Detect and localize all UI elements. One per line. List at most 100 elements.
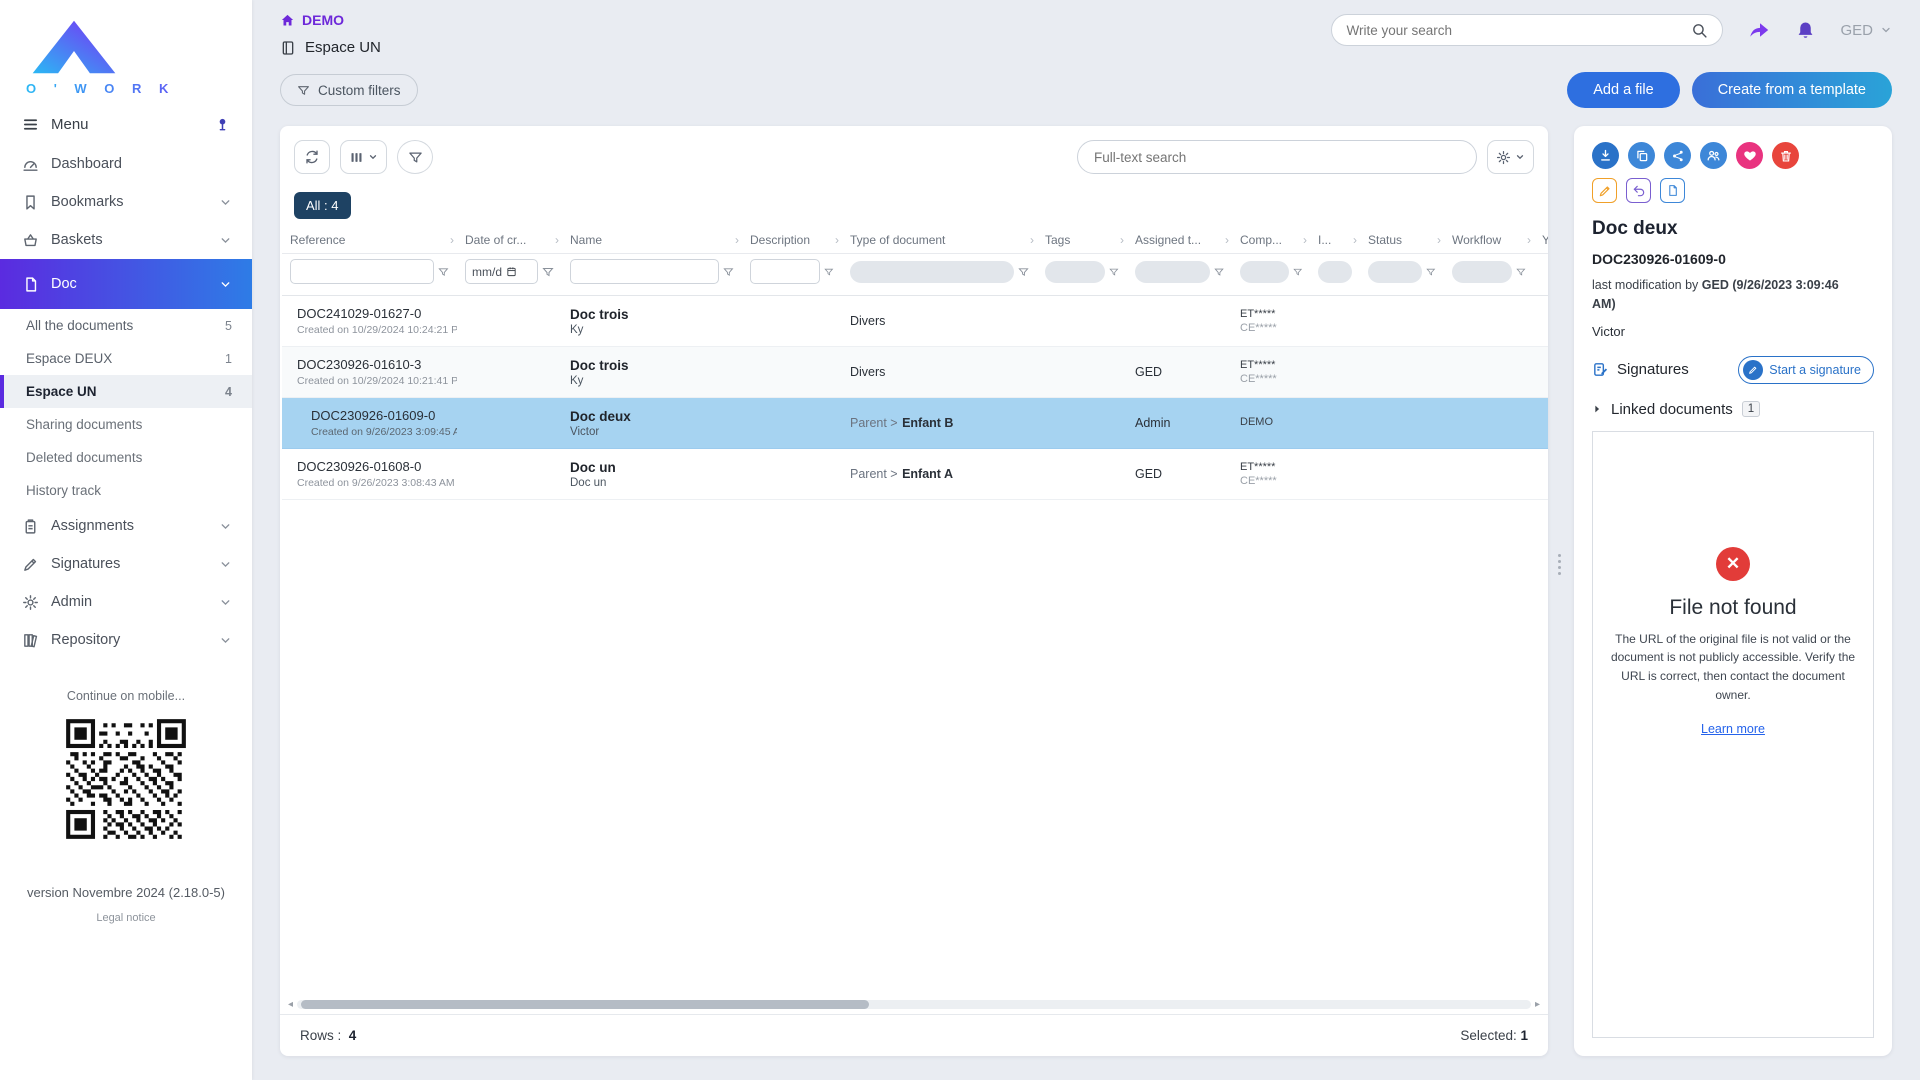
sidebar-item-repository[interactable]: Repository bbox=[0, 621, 252, 659]
sidebar-item-espace-un[interactable]: Espace UN 4 bbox=[0, 375, 252, 408]
filter-icon[interactable] bbox=[1214, 266, 1224, 278]
columns-button[interactable] bbox=[340, 140, 387, 174]
filter-date-input[interactable]: mm/d bbox=[465, 259, 538, 284]
breadcrumb-home[interactable]: DEMO bbox=[280, 12, 381, 28]
favorite-button[interactable] bbox=[1736, 142, 1763, 169]
custom-filters-button[interactable]: Custom filters bbox=[280, 74, 418, 106]
assign-users-button[interactable] bbox=[1700, 142, 1727, 169]
legal-notice-link[interactable]: Legal notice bbox=[0, 912, 252, 924]
sidebar-nav: Dashboard Bookmarks Baskets Doc All the … bbox=[0, 145, 252, 659]
sidebar-item-deleted-documents[interactable]: Deleted documents bbox=[0, 441, 252, 474]
filter-description-input[interactable] bbox=[750, 259, 820, 284]
scroll-right-arrow[interactable] bbox=[1531, 999, 1544, 1010]
horizontal-scrollbar[interactable] bbox=[284, 996, 1544, 1012]
global-search-input[interactable] bbox=[1346, 23, 1691, 38]
filter-icon[interactable] bbox=[1293, 266, 1302, 278]
col-header-comp[interactable]: Comp... bbox=[1232, 225, 1310, 254]
tab-all[interactable]: All : 4 bbox=[294, 192, 351, 219]
logo[interactable]: O ' W O R K bbox=[0, 0, 252, 100]
sidebar-item-history-track[interactable]: History track bbox=[0, 474, 252, 507]
table-settings-button[interactable] bbox=[1487, 140, 1534, 174]
col-header-type[interactable]: Type of document bbox=[842, 225, 1037, 254]
col-header-date[interactable]: Date of cr... bbox=[457, 225, 562, 254]
col-header-description[interactable]: Description bbox=[742, 225, 842, 254]
filter-icon[interactable] bbox=[438, 266, 449, 278]
sidebar-item-admin[interactable]: Admin bbox=[0, 583, 252, 621]
cell-comp1: DEMO bbox=[1240, 416, 1302, 428]
signatures-row: Signatures Start a signature bbox=[1592, 356, 1874, 384]
delete-button[interactable] bbox=[1772, 142, 1799, 169]
repository-icon bbox=[22, 632, 39, 649]
col-header-reference[interactable]: Reference bbox=[282, 225, 457, 254]
rows-count: 4 bbox=[349, 1028, 357, 1043]
sidebar-item-sharing-documents[interactable]: Sharing documents bbox=[0, 408, 252, 441]
col-header-i[interactable]: I... bbox=[1310, 225, 1360, 254]
filter-i-select[interactable] bbox=[1318, 261, 1352, 283]
fulltext-search-input[interactable] bbox=[1077, 140, 1477, 174]
bell-icon[interactable] bbox=[1795, 20, 1816, 41]
col-header-y[interactable]: Y... bbox=[1534, 225, 1548, 254]
filter-comp-select[interactable] bbox=[1240, 261, 1289, 283]
sidebar-item-assignments[interactable]: Assignments bbox=[0, 507, 252, 545]
panel-resize-handle[interactable] bbox=[1558, 554, 1561, 575]
chevron-down-icon bbox=[219, 234, 232, 247]
refresh-button[interactable] bbox=[294, 140, 330, 174]
filter-assigned-select[interactable] bbox=[1135, 261, 1210, 283]
sidebar-item-signatures[interactable]: Signatures bbox=[0, 545, 252, 583]
start-signature-button[interactable]: Start a signature bbox=[1738, 356, 1874, 384]
gear-icon bbox=[22, 594, 39, 611]
col-header-status[interactable]: Status bbox=[1360, 225, 1444, 254]
filter-type-select[interactable] bbox=[850, 261, 1014, 283]
scrollbar-thumb[interactable] bbox=[301, 1000, 869, 1009]
sidebar-item-bookmarks[interactable]: Bookmarks bbox=[0, 183, 252, 221]
share-icon[interactable] bbox=[1747, 18, 1771, 42]
share-button[interactable] bbox=[1664, 142, 1691, 169]
return-button[interactable] bbox=[1626, 178, 1651, 203]
user-menu[interactable]: GED bbox=[1840, 22, 1892, 39]
sidebar-item-baskets[interactable]: Baskets bbox=[0, 221, 252, 259]
copy-button[interactable] bbox=[1628, 142, 1655, 169]
sidebar-item-all-documents[interactable]: All the documents 5 bbox=[0, 309, 252, 342]
filter-tags-select[interactable] bbox=[1045, 261, 1105, 283]
filter-reference-input[interactable] bbox=[290, 259, 434, 284]
table-row[interactable]: PDF DOC230926-01610-3Created on 10/29/20… bbox=[282, 347, 1548, 398]
col-header-name[interactable]: Name bbox=[562, 225, 742, 254]
table-row-selected[interactable]: DOC230926-01609-0Created on 9/26/2023 3:… bbox=[282, 398, 1548, 449]
menu-toggle[interactable]: Menu bbox=[0, 100, 252, 145]
sidebar-item-espace-deux[interactable]: Espace DEUX 1 bbox=[0, 342, 252, 375]
filter-icon[interactable] bbox=[542, 266, 554, 278]
table-row[interactable]: PDF DOC241029-01627-0Created on 10/29/20… bbox=[282, 296, 1548, 347]
download-button[interactable] bbox=[1592, 142, 1619, 169]
filter-workflow-select[interactable] bbox=[1452, 261, 1512, 283]
filter-name-input[interactable] bbox=[570, 259, 719, 284]
filter-icon[interactable] bbox=[1516, 266, 1526, 278]
linked-documents-toggle[interactable]: Linked documents 1 bbox=[1592, 401, 1874, 418]
filter-icon[interactable] bbox=[1109, 266, 1119, 278]
calendar-icon[interactable] bbox=[506, 266, 517, 277]
filter-status-select[interactable] bbox=[1368, 261, 1422, 283]
col-header-workflow[interactable]: Workflow bbox=[1444, 225, 1534, 254]
pin-icon[interactable] bbox=[215, 117, 230, 132]
col-header-assigned[interactable]: Assigned t... bbox=[1127, 225, 1232, 254]
table-filter-button[interactable] bbox=[397, 140, 433, 174]
chevron-down-icon bbox=[219, 520, 232, 533]
document-preview: File not found The URL of the original f… bbox=[1592, 431, 1874, 1038]
filter-icon[interactable] bbox=[723, 266, 734, 278]
create-template-button[interactable]: Create from a template bbox=[1692, 72, 1892, 108]
filter-icon[interactable] bbox=[1018, 266, 1029, 278]
sidebar-item-doc[interactable]: Doc bbox=[0, 259, 252, 309]
filter-icon[interactable] bbox=[1426, 266, 1436, 278]
properties-button[interactable] bbox=[1660, 178, 1685, 203]
filter-icon[interactable] bbox=[824, 266, 834, 278]
col-header-tags[interactable]: Tags bbox=[1037, 225, 1127, 254]
edit-button[interactable] bbox=[1592, 178, 1617, 203]
document-icon bbox=[22, 276, 39, 293]
scrollbar-track[interactable] bbox=[297, 1000, 1531, 1009]
learn-more-link[interactable]: Learn more bbox=[1701, 722, 1765, 736]
table-row[interactable]: PDF DOC230926-01608-0Created on 9/26/202… bbox=[282, 449, 1548, 500]
add-file-button[interactable]: Add a file bbox=[1567, 72, 1679, 108]
sidebar-item-dashboard[interactable]: Dashboard bbox=[0, 145, 252, 183]
search-icon[interactable] bbox=[1691, 22, 1708, 39]
document-reference: DOC230926-01609-0 bbox=[1592, 251, 1874, 267]
scroll-left-arrow[interactable] bbox=[284, 999, 297, 1010]
